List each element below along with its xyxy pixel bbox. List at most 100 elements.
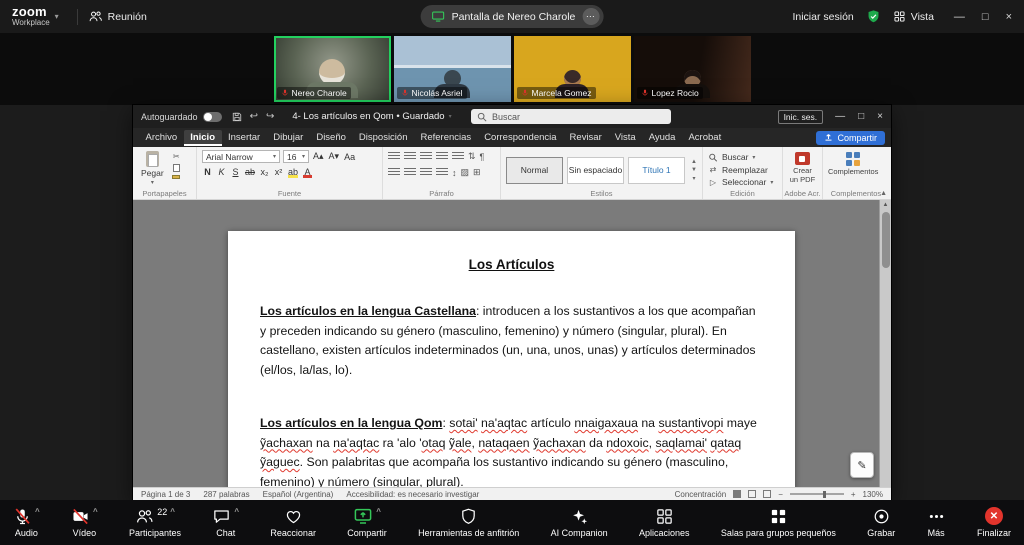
react-button[interactable]: Reaccionar xyxy=(267,500,319,545)
language-indicator[interactable]: Español (Argentina) xyxy=(263,490,334,499)
style-sin-espaciado[interactable]: Sin espaciado xyxy=(567,157,624,184)
chevron-up-icon[interactable]: ^ xyxy=(35,507,40,516)
decrease-indent-icon[interactable] xyxy=(436,152,448,161)
select-button[interactable]: ▷ Seleccionar ▾ xyxy=(708,177,773,187)
bold-button[interactable]: N xyxy=(202,166,213,178)
security-shield-icon[interactable] xyxy=(866,9,881,24)
chevron-up-icon[interactable]: ^ xyxy=(234,507,239,516)
host-tools-button[interactable]: Herramientas de anfitrión xyxy=(415,500,522,545)
participant-tile[interactable]: Nicolás Asriel xyxy=(394,36,511,102)
redo-icon[interactable]: ↪ xyxy=(266,111,274,122)
participant-tile[interactable]: Nereo Charole xyxy=(274,36,391,102)
chevron-up-icon[interactable]: ^ xyxy=(93,507,98,516)
more-options-icon[interactable]: ⋯ xyxy=(582,8,599,25)
document-title[interactable]: 4- Los artículos en Qom • Guardado ▾ xyxy=(292,111,451,122)
word-count[interactable]: 287 palabras xyxy=(203,490,249,499)
tab-diseno[interactable]: Diseño xyxy=(310,130,353,146)
word-sign-in-button[interactable]: Inic. ses. xyxy=(778,110,824,124)
sign-in-button[interactable]: Iniciar sesión xyxy=(792,11,853,23)
style-normal[interactable]: Normal xyxy=(506,157,563,184)
save-icon[interactable] xyxy=(232,112,242,122)
tab-vista[interactable]: Vista xyxy=(608,130,642,146)
word-close-button[interactable]: × xyxy=(877,111,883,122)
tab-ayuda[interactable]: Ayuda xyxy=(642,130,682,146)
word-restore-button[interactable]: □ xyxy=(858,111,864,122)
collapse-ribbon-icon[interactable]: ▲ xyxy=(880,190,887,197)
apps-button[interactable]: Aplicaciones xyxy=(636,500,693,545)
justify-icon[interactable] xyxy=(436,168,448,177)
word-share-button[interactable]: Compartir xyxy=(816,131,885,145)
tab-revisar[interactable]: Revisar xyxy=(563,130,608,146)
read-mode-icon[interactable] xyxy=(733,490,741,498)
borders-icon[interactable]: ⊞ xyxy=(473,167,481,178)
print-layout-icon[interactable] xyxy=(748,490,756,498)
align-center-icon[interactable] xyxy=(404,168,416,177)
document-scrollbar[interactable]: ▲ xyxy=(879,200,891,487)
bullet-list-icon[interactable] xyxy=(388,152,400,161)
increase-indent-icon[interactable] xyxy=(452,152,464,161)
undo-icon[interactable]: ↩ xyxy=(250,111,258,122)
pilcrow-icon[interactable]: ¶ xyxy=(480,152,485,162)
accessibility-status[interactable]: Accesibilidad: es necesario investigar xyxy=(346,490,479,499)
numbered-list-icon[interactable] xyxy=(404,152,416,161)
styles-scroll-down-icon[interactable]: ▼ xyxy=(691,167,697,173)
line-spacing-icon[interactable]: ↕ xyxy=(452,168,457,178)
pen-annotation-widget[interactable]: ✎ xyxy=(850,452,874,478)
change-case-icon[interactable]: Aa xyxy=(343,151,356,163)
styles-scroll-up-icon[interactable]: ▲ xyxy=(691,159,697,165)
minimize-button[interactable]: — xyxy=(954,11,965,23)
tab-archivo[interactable]: Archivo xyxy=(139,130,184,146)
focus-mode-button[interactable]: Concentración xyxy=(675,490,727,499)
share-screen-button[interactable]: ^ Compartir xyxy=(344,500,390,545)
tab-dibujar[interactable]: Dibujar xyxy=(267,130,310,146)
sort-icon[interactable]: ⇅ xyxy=(468,151,476,162)
more-button[interactable]: Más xyxy=(924,500,949,545)
underline-button[interactable]: S xyxy=(230,166,241,178)
participant-tile[interactable]: Lopez Rocio xyxy=(634,36,751,102)
zoom-slider[interactable] xyxy=(790,493,844,495)
align-left-icon[interactable] xyxy=(388,168,400,177)
create-pdf-button[interactable]: Crear un PDF xyxy=(788,150,817,187)
doc-paragraph-castellana[interactable]: Los artículos en la lengua Castellana: i… xyxy=(260,302,763,380)
autosave-toggle[interactable] xyxy=(203,112,222,122)
find-button[interactable]: Buscar ▾ xyxy=(708,152,773,162)
shading-icon[interactable]: ▨ xyxy=(461,167,470,178)
tab-inicio[interactable]: Inicio xyxy=(184,130,222,146)
ai-companion-button[interactable]: AI Companion xyxy=(548,500,611,545)
word-minimize-button[interactable]: — xyxy=(835,111,845,122)
strikethrough-button[interactable]: ab xyxy=(244,166,256,178)
multilevel-list-icon[interactable] xyxy=(420,152,432,161)
shrink-font-icon[interactable]: A▾ xyxy=(328,151,341,163)
participants-button[interactable]: 22 ^ Participantes xyxy=(126,500,184,545)
scroll-up-icon[interactable]: ▲ xyxy=(883,200,889,210)
meeting-tab[interactable]: Reunión xyxy=(88,9,147,24)
close-button[interactable]: × xyxy=(1006,11,1012,23)
tab-acrobat[interactable]: Acrobat xyxy=(682,130,728,146)
align-right-icon[interactable] xyxy=(420,168,432,177)
chevron-down-icon[interactable]: ▾ xyxy=(55,12,59,21)
zoom-in-icon[interactable]: + xyxy=(851,490,856,499)
document-page[interactable]: Los Artículos Los artículos en la lengua… xyxy=(228,231,795,487)
chevron-up-icon[interactable]: ^ xyxy=(170,507,175,516)
audio-button[interactable]: ^ Audio xyxy=(10,500,43,545)
participant-tile[interactable]: Marcela Gomez xyxy=(514,36,631,102)
zoom-out-icon[interactable]: − xyxy=(778,490,783,499)
font-size-select[interactable]: 16▾ xyxy=(283,150,309,163)
tab-insertar[interactable]: Insertar xyxy=(222,130,267,146)
web-layout-icon[interactable] xyxy=(763,490,771,498)
breakout-rooms-button[interactable]: Salas para grupos pequeños xyxy=(718,500,839,545)
doc-paragraph-qom[interactable]: Los artículos en la lengua Qom: sotai' n… xyxy=(260,414,763,487)
style-titulo-1[interactable]: Título 1 xyxy=(628,157,685,184)
page-indicator[interactable]: Página 1 de 3 xyxy=(141,490,190,499)
maximize-button[interactable]: □ xyxy=(982,11,989,23)
italic-button[interactable]: K xyxy=(216,166,227,178)
view-button[interactable]: Vista xyxy=(893,10,934,23)
end-meeting-button[interactable]: ✕ Finalizar xyxy=(974,500,1014,545)
copy-icon[interactable] xyxy=(173,164,180,172)
superscript-button[interactable]: x² xyxy=(273,166,284,178)
addins-button[interactable]: Complementos xyxy=(828,150,878,187)
cut-icon[interactable]: ✂ xyxy=(173,152,180,161)
font-color-button[interactable]: A xyxy=(302,166,313,178)
tab-correspondencia[interactable]: Correspondencia xyxy=(478,130,563,146)
tab-referencias[interactable]: Referencias xyxy=(414,130,478,146)
